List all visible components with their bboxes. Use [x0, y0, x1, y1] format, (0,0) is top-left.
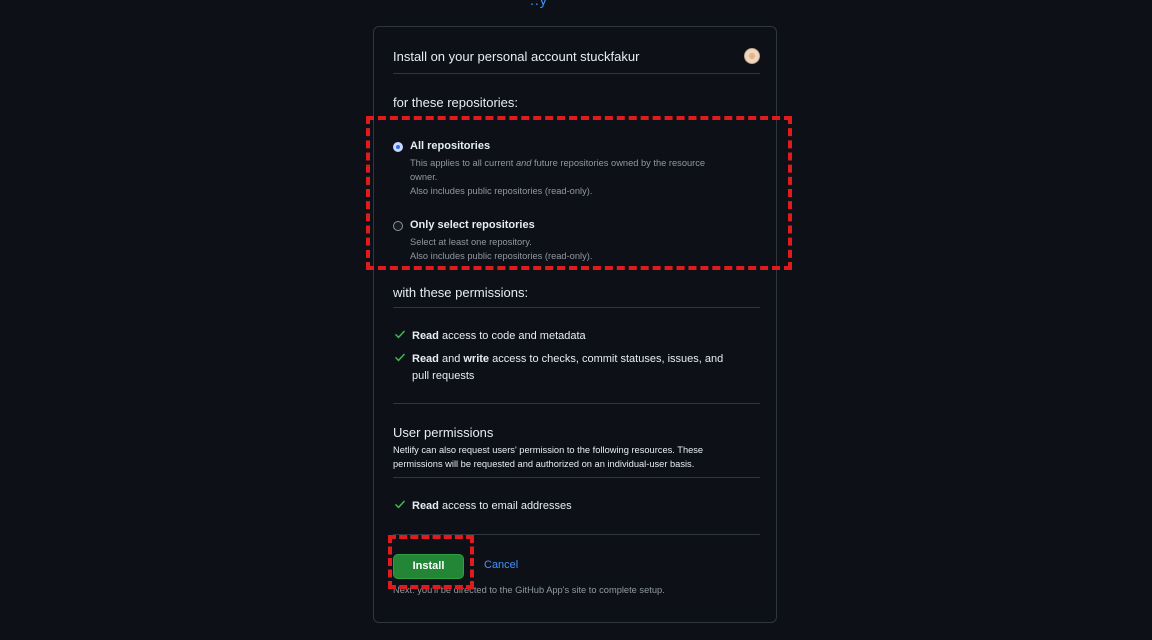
page-title-fragment: ..y: [530, 0, 548, 8]
user-permissions-heading: User permissions: [393, 425, 494, 440]
check-icon: [394, 353, 406, 362]
user-permissions-desc: Netlify can also request users' permissi…: [393, 445, 704, 469]
divider: [393, 477, 760, 478]
highlight-box-install: [388, 535, 474, 589]
permission-text: Read and write access to checks, commit …: [412, 353, 724, 382]
user-permission-text: Read access to email addresses: [412, 500, 572, 512]
user-avatar: [744, 48, 760, 64]
user-permission-item: Read access to email addresses: [393, 498, 753, 515]
permission-text: Read access to code and metadata: [412, 330, 586, 342]
highlight-box-repositories: [366, 116, 792, 270]
divider: [393, 403, 760, 404]
permission-item: Read access to code and metadata: [393, 328, 753, 345]
check-icon: [394, 500, 406, 509]
cancel-link[interactable]: Cancel: [484, 559, 518, 571]
repositories-heading: for these repositories:: [393, 95, 519, 110]
account-label: Install on your personal account stuckfa…: [393, 49, 640, 64]
permissions-heading: with these permissions:: [393, 285, 529, 300]
divider: [393, 307, 760, 308]
permission-item: Read and write access to checks, commit …: [393, 351, 753, 385]
check-icon: [394, 330, 406, 339]
account-row: Install on your personal account stuckfa…: [393, 45, 760, 74]
